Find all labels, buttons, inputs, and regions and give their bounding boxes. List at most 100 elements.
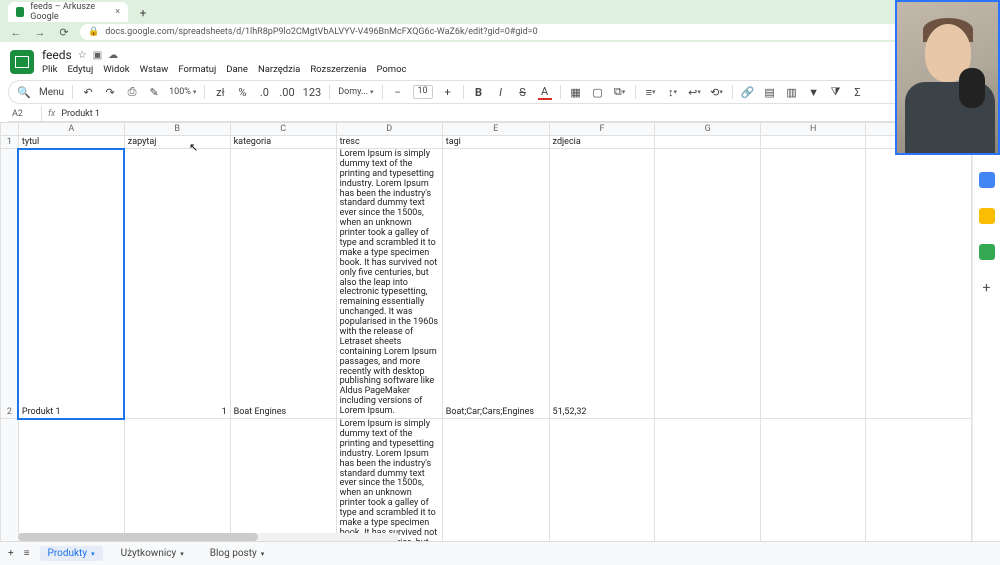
menu-dane[interactable]: Dane bbox=[226, 64, 248, 75]
col-header[interactable]: H bbox=[760, 123, 866, 136]
rotate-icon[interactable]: ⟲▾ bbox=[710, 84, 724, 100]
close-icon[interactable]: × bbox=[115, 7, 120, 17]
menu-widok[interactable]: Widok bbox=[103, 64, 129, 75]
cell[interactable]: Boat;Car;Cars;Engines bbox=[442, 419, 549, 541]
cell[interactable]: Lorem Ipsum is simply dummy text of the … bbox=[336, 149, 442, 419]
borders-icon[interactable]: ▢ bbox=[591, 84, 605, 100]
spreadsheet-grid[interactable]: A B C D E F G H I 1 tytul zapytaj katego… bbox=[0, 122, 972, 541]
strike-icon[interactable]: S bbox=[516, 84, 530, 100]
cell[interactable]: zapytaj bbox=[124, 136, 230, 149]
font-select[interactable]: Domy...▾ bbox=[338, 87, 373, 97]
cell[interactable] bbox=[760, 419, 866, 541]
cell[interactable]: Boat Engines bbox=[230, 419, 336, 541]
link-icon[interactable]: 🔗 bbox=[741, 84, 755, 100]
cell-active[interactable]: Produkt 1 bbox=[18, 149, 124, 419]
new-tab-button[interactable]: + bbox=[134, 4, 152, 22]
filter-icon[interactable]: ▼ bbox=[807, 84, 821, 100]
sheet-tab-blogposty[interactable]: Blog posty▾ bbox=[202, 546, 272, 561]
cell[interactable]: tytul bbox=[18, 136, 124, 149]
col-header[interactable]: B bbox=[124, 123, 230, 136]
all-sheets-icon[interactable]: ≡ bbox=[24, 548, 30, 559]
cell[interactable] bbox=[866, 149, 972, 419]
cell[interactable] bbox=[760, 149, 866, 419]
row-header[interactable]: 2 bbox=[1, 149, 19, 419]
cell[interactable]: 51,52,32 bbox=[549, 149, 655, 419]
forward-icon[interactable]: → bbox=[32, 24, 48, 40]
cell[interactable] bbox=[655, 419, 760, 541]
formula-value[interactable]: Produkt 1 bbox=[61, 109, 100, 119]
menu-formatuj[interactable]: Formatuj bbox=[178, 64, 216, 75]
browser-tab[interactable]: feeds – Arkusze Google × bbox=[8, 2, 128, 22]
menu-label[interactable]: Menu bbox=[39, 87, 64, 98]
cell[interactable]: kategoria bbox=[230, 136, 336, 149]
select-all-cell[interactable] bbox=[1, 123, 19, 136]
menu-rozszerzenia[interactable]: Rozszerzenia bbox=[310, 64, 366, 75]
fill-color-icon[interactable]: ▦ bbox=[569, 84, 583, 100]
cell[interactable]: Produkt 2 bbox=[18, 419, 124, 541]
reload-icon[interactable]: ⟳ bbox=[56, 24, 72, 40]
dec-increase-icon[interactable]: .00 bbox=[279, 84, 294, 100]
cell[interactable] bbox=[655, 136, 760, 149]
star-outline-icon[interactable]: ☆ bbox=[78, 50, 87, 61]
search-icon[interactable]: 🔍 bbox=[17, 84, 31, 100]
cell[interactable]: 33,34,35 bbox=[549, 419, 655, 541]
col-header[interactable]: E bbox=[442, 123, 549, 136]
cell[interactable] bbox=[655, 149, 760, 419]
horizontal-scrollbar[interactable] bbox=[18, 533, 398, 541]
cell[interactable]: tagi bbox=[442, 136, 549, 149]
cell[interactable] bbox=[760, 136, 866, 149]
halign-icon[interactable]: ≡▾ bbox=[644, 84, 658, 100]
valign-icon[interactable]: ↕▾ bbox=[666, 84, 680, 100]
dec-decrease-icon[interactable]: .0 bbox=[257, 84, 271, 100]
functions-icon[interactable]: Σ bbox=[851, 84, 865, 100]
cell[interactable]: Boat;Car;Cars;Engines bbox=[442, 149, 549, 419]
tasks-icon[interactable] bbox=[979, 244, 995, 260]
row-header[interactable]: 1 bbox=[1, 136, 19, 149]
url-bar[interactable]: 🔒 docs.google.com/spreadsheets/d/1lhR8pP… bbox=[80, 24, 923, 40]
sheets-logo-icon[interactable] bbox=[10, 50, 34, 74]
add-sheet-button[interactable]: + bbox=[8, 548, 14, 559]
cell[interactable]: tresc bbox=[336, 136, 442, 149]
move-icon[interactable]: ▣ bbox=[93, 50, 102, 61]
text-color-icon[interactable]: A bbox=[538, 84, 552, 100]
redo-icon[interactable]: ↷ bbox=[103, 84, 117, 100]
cell[interactable]: Boat Engines bbox=[230, 149, 336, 419]
currency-icon[interactable]: zł bbox=[213, 84, 227, 100]
size-minus[interactable]: − bbox=[391, 84, 405, 100]
cell[interactable]: zdjecia bbox=[549, 136, 655, 149]
col-header[interactable]: D bbox=[336, 123, 442, 136]
doc-title[interactable]: feeds bbox=[42, 48, 72, 62]
wrap-icon[interactable]: ↩▾ bbox=[688, 84, 702, 100]
col-header[interactable]: F bbox=[549, 123, 655, 136]
percent-icon[interactable]: % bbox=[235, 84, 249, 100]
font-size-input[interactable]: 10 bbox=[413, 85, 433, 99]
menu-edytuj[interactable]: Edytuj bbox=[67, 64, 93, 75]
cell[interactable] bbox=[866, 419, 972, 541]
col-header[interactable]: G bbox=[655, 123, 760, 136]
calendar-icon[interactable] bbox=[979, 172, 995, 188]
col-header[interactable]: C bbox=[230, 123, 336, 136]
cell[interactable]: Lorem Ipsum is simply dummy text of the … bbox=[336, 419, 442, 541]
num-format-icon[interactable]: 123 bbox=[303, 84, 322, 100]
menu-plik[interactable]: Plik bbox=[42, 64, 57, 75]
filter2-icon[interactable]: ⧩ bbox=[829, 84, 843, 100]
back-icon[interactable]: ← bbox=[8, 24, 24, 40]
cell[interactable]: 1 bbox=[124, 419, 230, 541]
col-header[interactable]: A bbox=[18, 123, 124, 136]
size-plus[interactable]: + bbox=[441, 84, 455, 100]
paint-format-icon[interactable]: ✎ bbox=[147, 84, 161, 100]
chart-icon[interactable]: ▥ bbox=[785, 84, 799, 100]
zoom-select[interactable]: 100%▾ bbox=[169, 87, 196, 97]
name-box[interactable]: A2 bbox=[8, 106, 42, 121]
sheet-tab-produkty[interactable]: Produkty▾ bbox=[40, 546, 103, 561]
menu-wstaw[interactable]: Wstaw bbox=[140, 64, 169, 75]
italic-icon[interactable]: I bbox=[494, 84, 508, 100]
undo-icon[interactable]: ↶ bbox=[81, 84, 95, 100]
menu-narzedzia[interactable]: Narzędzia bbox=[258, 64, 300, 75]
menu-pomoc[interactable]: Pomoc bbox=[376, 64, 406, 75]
row-header[interactable]: 3 bbox=[1, 419, 19, 541]
print-icon[interactable]: ⎙ bbox=[125, 84, 139, 100]
cloud-icon[interactable]: ☁ bbox=[108, 50, 118, 61]
bold-icon[interactable]: B bbox=[472, 84, 486, 100]
sheet-tab-uzytkownicy[interactable]: Użytkownicy▾ bbox=[113, 546, 192, 561]
